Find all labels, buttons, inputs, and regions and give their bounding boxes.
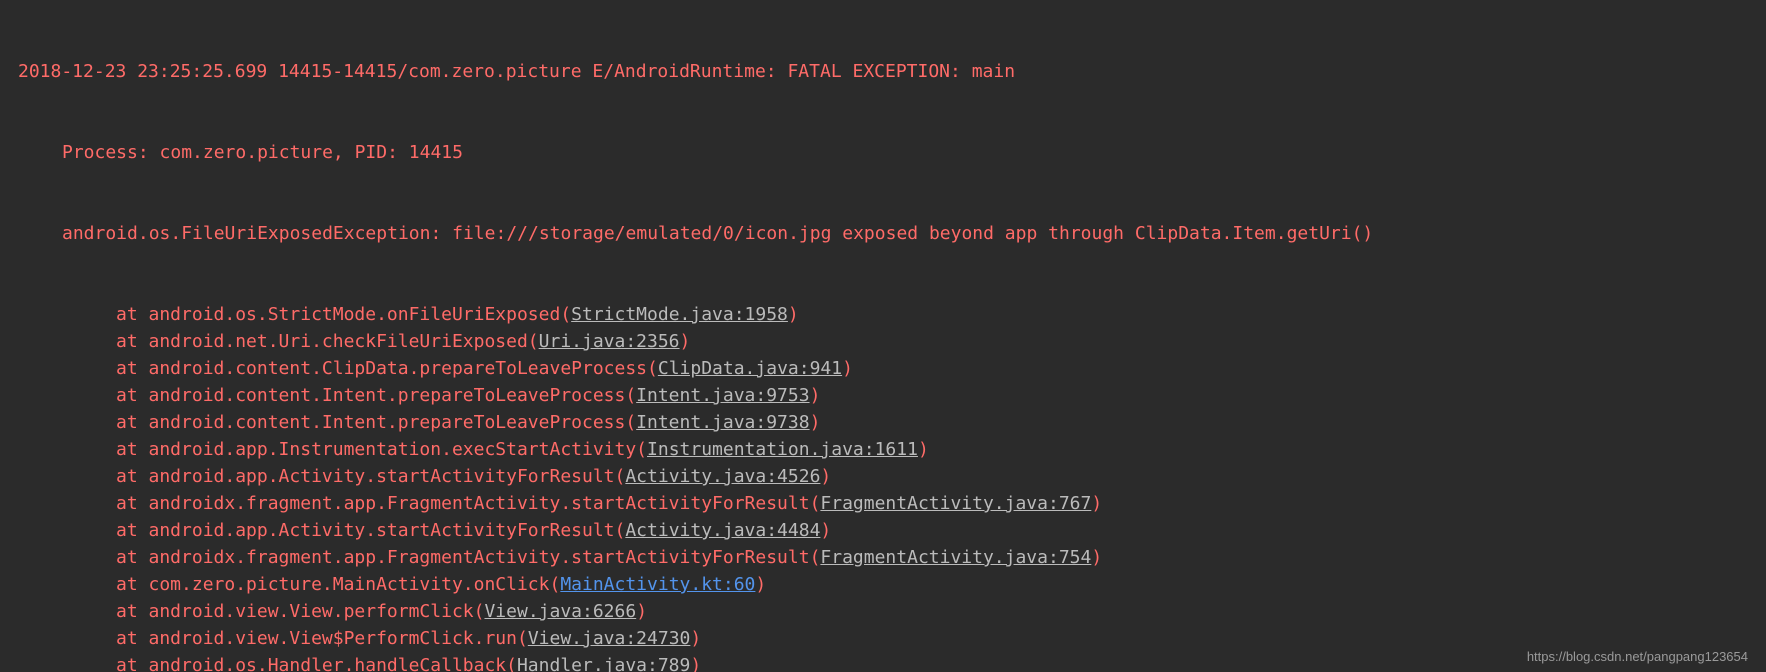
stack-frame-close: ) [1091, 493, 1102, 514]
stack-frame: at android.os.Handler.handleCallback(Han… [18, 652, 1766, 672]
stack-frame: at android.os.StrictMode.onFileUriExpose… [18, 301, 1766, 328]
stack-frame: at androidx.fragment.app.FragmentActivit… [18, 544, 1766, 571]
source-link[interactable]: FragmentActivity.java:754 [820, 547, 1091, 568]
stack-frame-method: at android.os.Handler.handleCallback( [116, 655, 517, 672]
stack-frames: at android.os.StrictMode.onFileUriExpose… [18, 301, 1766, 672]
stack-frame: at android.content.Intent.prepareToLeave… [18, 382, 1766, 409]
stack-frame-method: at androidx.fragment.app.FragmentActivit… [116, 493, 820, 514]
stack-frame-method: at android.content.Intent.prepareToLeave… [116, 412, 636, 433]
source-link[interactable]: ClipData.java:941 [658, 358, 842, 379]
stack-frame-close: ) [636, 601, 647, 622]
stack-frame: at android.content.ClipData.prepareToLea… [18, 355, 1766, 382]
stack-frame: at android.view.View$PerformClick.run(Vi… [18, 625, 1766, 652]
stack-frame-method: at android.os.StrictMode.onFileUriExpose… [116, 304, 571, 325]
log-package: com.zero.picture [408, 61, 581, 82]
source-link[interactable]: Activity.java:4526 [625, 466, 820, 487]
stack-frame: at android.app.Activity.startActivityFor… [18, 463, 1766, 490]
stack-frame-method: at android.view.View.performClick( [116, 601, 484, 622]
stack-frame-method: at android.content.Intent.prepareToLeave… [116, 385, 636, 406]
csdn-watermark: https://blog.csdn.net/pangpang123654 [1527, 647, 1748, 667]
stack-frame: at androidx.fragment.app.FragmentActivit… [18, 490, 1766, 517]
stack-frame: at android.net.Uri.checkFileUriExposed(U… [18, 328, 1766, 355]
stack-frame-method: at android.content.ClipData.prepareToLea… [116, 358, 658, 379]
stack-frame-method: at android.app.Instrumentation.execStart… [116, 439, 647, 460]
log-header-line: 2018-12-23 23:25:25.699 14415-14415/com.… [18, 58, 1766, 85]
source-link[interactable]: Uri.java:2356 [539, 331, 680, 352]
stack-frame: at android.app.Instrumentation.execStart… [18, 436, 1766, 463]
source-link[interactable]: StrictMode.java:1958 [571, 304, 788, 325]
stack-frame-close: ) [680, 331, 691, 352]
stack-frame-close: ) [788, 304, 799, 325]
source-link[interactable]: Activity.java:4484 [625, 520, 820, 541]
source-link[interactable]: View.java:6266 [484, 601, 636, 622]
stack-frame-close: ) [820, 466, 831, 487]
stack-frame-close: ) [810, 412, 821, 433]
stack-frame-close: ) [690, 655, 701, 672]
stack-frame-close: ) [810, 385, 821, 406]
stack-frame: at android.view.View.performClick(View.j… [18, 598, 1766, 625]
source-link[interactable]: FragmentActivity.java:767 [820, 493, 1091, 514]
log-tag: E/AndroidRuntime: [592, 61, 776, 82]
stack-frame-method: at com.zero.picture.MainActivity.onClick… [116, 574, 560, 595]
source-link[interactable]: Instrumentation.java:1611 [647, 439, 918, 460]
stack-frame-close: ) [690, 628, 701, 649]
stack-frame: at com.zero.picture.MainActivity.onClick… [18, 571, 1766, 598]
source-link[interactable]: Intent.java:9738 [636, 412, 809, 433]
stack-frame-method: at android.net.Uri.checkFileUriExposed( [116, 331, 539, 352]
stack-frame-close: ) [1091, 547, 1102, 568]
log-fatal-msg: FATAL EXCEPTION: main [787, 61, 1015, 82]
stack-frame: at android.content.Intent.prepareToLeave… [18, 409, 1766, 436]
source-link[interactable]: Handler.java:789 [517, 655, 690, 672]
exception-line: android.os.FileUriExposedException: file… [18, 220, 1766, 247]
source-link[interactable]: View.java:24730 [528, 628, 691, 649]
source-link[interactable]: MainActivity.kt:60 [560, 574, 755, 595]
stack-frame: at android.app.Activity.startActivityFor… [18, 517, 1766, 544]
source-link[interactable]: Intent.java:9753 [636, 385, 809, 406]
log-pid-tid: 14415-14415 [278, 61, 397, 82]
stack-frame-method: at android.view.View$PerformClick.run( [116, 628, 528, 649]
log-timestamp: 2018-12-23 23:25:25.699 [18, 61, 267, 82]
stack-frame-close: ) [820, 520, 831, 541]
stack-frame-method: at androidx.fragment.app.FragmentActivit… [116, 547, 820, 568]
stack-frame-close: ) [918, 439, 929, 460]
process-line: Process: com.zero.picture, PID: 14415 [18, 139, 1766, 166]
stack-frame-method: at android.app.Activity.startActivityFor… [116, 520, 625, 541]
stack-frame-close: ) [755, 574, 766, 595]
stack-frame-method: at android.app.Activity.startActivityFor… [116, 466, 625, 487]
logcat-output: 2018-12-23 23:25:25.699 14415-14415/com.… [0, 0, 1766, 672]
stack-frame-close: ) [842, 358, 853, 379]
